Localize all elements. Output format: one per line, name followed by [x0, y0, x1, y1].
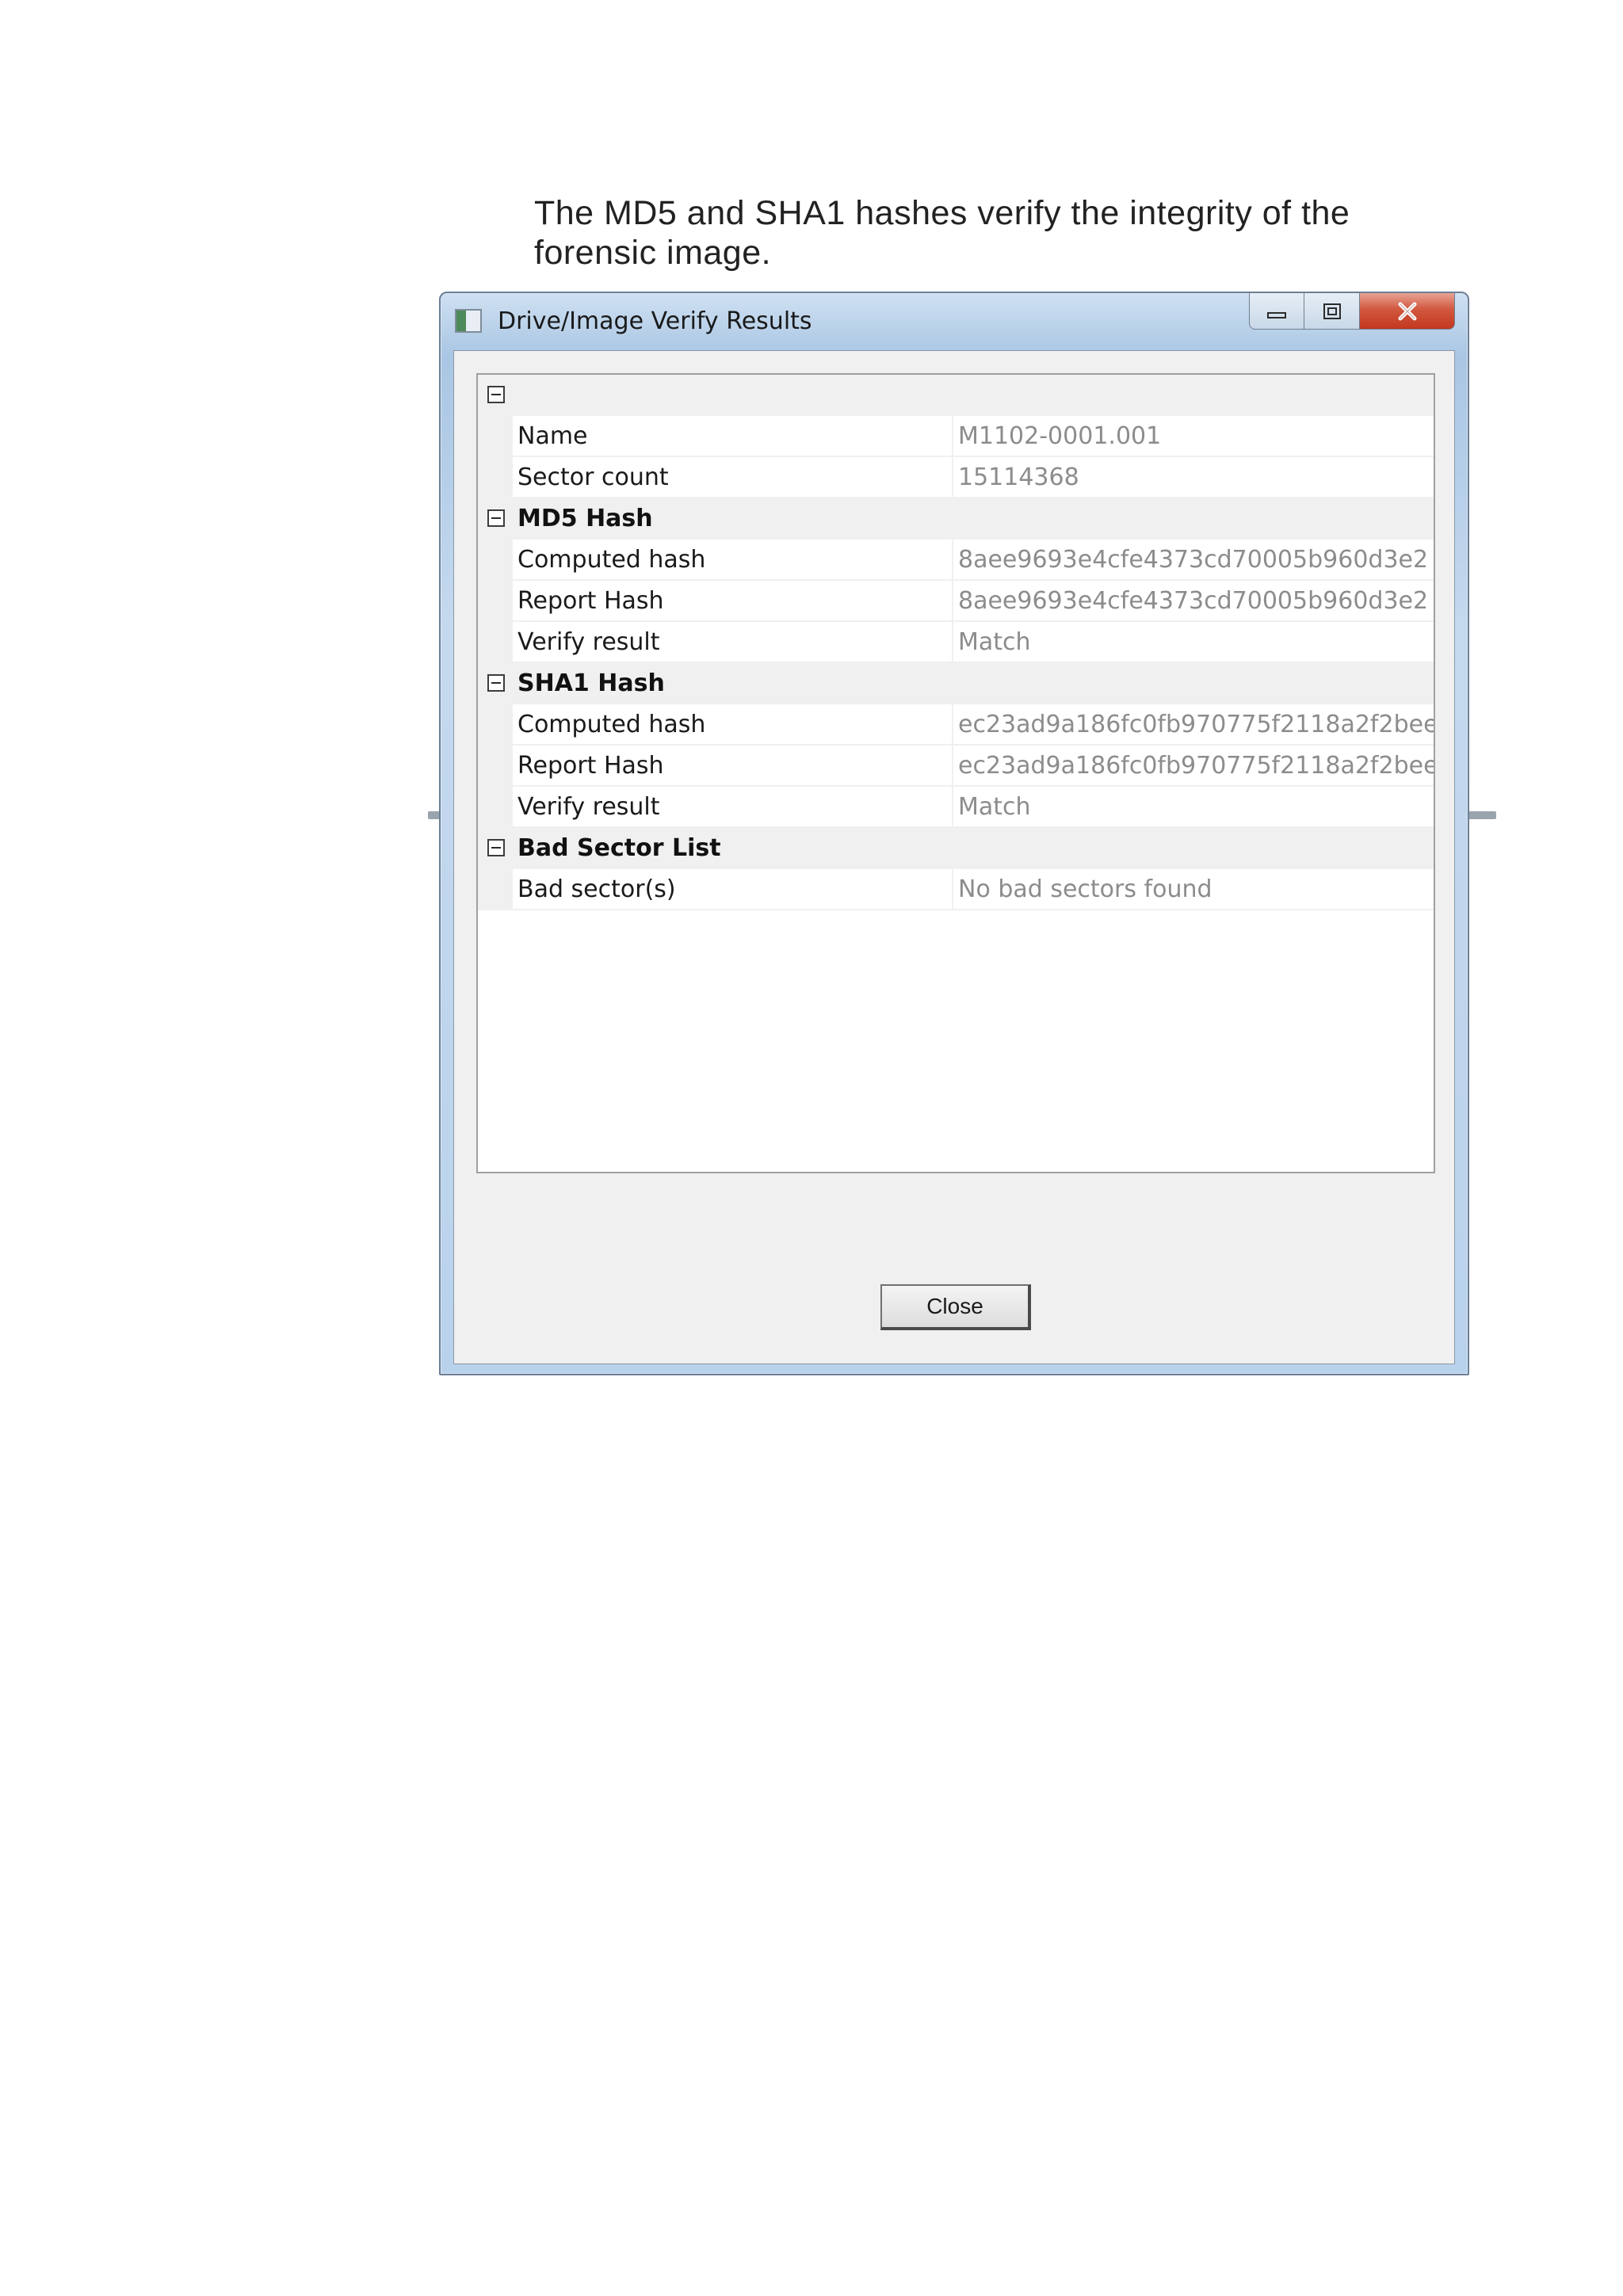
property-row-sha1-computed[interactable]: Computed hash ec23ad9a186fc0fb970775f211…	[478, 704, 1434, 746]
row-gutter	[478, 869, 513, 910]
row-gutter	[478, 457, 513, 498]
property-name-cell: Name	[513, 416, 953, 457]
collapse-icon[interactable]	[487, 674, 505, 692]
category-bad-sector-list[interactable]: Bad Sector List	[478, 828, 1434, 869]
property-name: Report Hash	[517, 752, 664, 780]
property-name: Computed hash	[517, 546, 706, 574]
window-title: Drive/Image Verify Results	[498, 307, 812, 335]
property-value-cell[interactable]: Match	[953, 787, 1434, 828]
property-row-md5-computed[interactable]: Computed hash 8aee9693e4cfe4373cd70005b9…	[478, 540, 1434, 581]
category-label: MD5 Hash	[517, 505, 653, 532]
verify-results-window: Drive/Image Verify Results Name M1102-00…	[439, 292, 1469, 1375]
minimize-icon	[1267, 311, 1286, 318]
property-value-cell[interactable]: No bad sectors found	[953, 869, 1434, 910]
minimize-button[interactable]	[1249, 293, 1304, 330]
close-icon	[1398, 302, 1416, 320]
figure-caption: The MD5 and SHA1 hashes verify the integ…	[534, 194, 1350, 272]
property-value-cell[interactable]: ec23ad9a186fc0fb970775f2118a2f2bee8	[953, 746, 1434, 787]
window-close-button[interactable]	[1360, 293, 1455, 330]
property-value-cell[interactable]: 8aee9693e4cfe4373cd70005b960d3e2	[953, 581, 1434, 622]
property-value-cell[interactable]: Match	[953, 622, 1434, 663]
row-gutter	[478, 704, 513, 746]
property-name-cell: Report Hash	[513, 581, 953, 622]
property-value-cell[interactable]: M1102-0001.001	[953, 416, 1434, 457]
property-value: ec23ad9a186fc0fb970775f2118a2f2bee8	[958, 752, 1434, 780]
property-name: Computed hash	[517, 711, 706, 738]
row-gutter	[478, 540, 513, 581]
property-name-cell: Report Hash	[513, 746, 953, 787]
property-name: Report Hash	[517, 587, 664, 615]
category-label: Bad Sector List	[517, 834, 721, 862]
property-grid[interactable]: Name M1102-0001.001 Sector count 1511436…	[476, 373, 1435, 1173]
property-value: Match	[958, 628, 1031, 656]
property-row-md5-verify[interactable]: Verify result Match	[478, 622, 1434, 663]
collapse-icon[interactable]	[487, 839, 505, 856]
row-gutter	[478, 581, 513, 622]
property-value: M1102-0001.001	[958, 422, 1162, 450]
property-name-cell: Computed hash	[513, 704, 953, 746]
property-name-cell: Bad sector(s)	[513, 869, 953, 910]
row-gutter	[478, 787, 513, 828]
property-name: Sector count	[517, 463, 669, 491]
property-value: 8aee9693e4cfe4373cd70005b960d3e2	[958, 546, 1429, 574]
property-name-cell: Sector count	[513, 457, 953, 498]
row-gutter	[478, 622, 513, 663]
property-value-cell[interactable]: ec23ad9a186fc0fb970775f2118a2f2bee8	[953, 704, 1434, 746]
property-name: Name	[517, 422, 588, 450]
property-value: Match	[958, 793, 1031, 821]
property-row-sector-count[interactable]: Sector count 15114368	[478, 457, 1434, 498]
window-client-area: Name M1102-0001.001 Sector count 1511436…	[453, 350, 1455, 1364]
close-button[interactable]: Close	[880, 1284, 1031, 1330]
app-window-icon	[455, 309, 482, 333]
property-row-name[interactable]: Name M1102-0001.001	[478, 416, 1434, 457]
property-name-cell: Verify result	[513, 622, 953, 663]
maximize-icon	[1323, 303, 1341, 319]
collapse-icon[interactable]	[487, 509, 505, 527]
row-gutter	[478, 416, 513, 457]
property-name-cell: Computed hash	[513, 540, 953, 581]
property-row-sha1-report[interactable]: Report Hash ec23ad9a186fc0fb970775f2118a…	[478, 746, 1434, 787]
property-name: Bad sector(s)	[517, 875, 676, 903]
property-row-md5-report[interactable]: Report Hash 8aee9693e4cfe4373cd70005b960…	[478, 581, 1434, 622]
property-value-cell[interactable]: 8aee9693e4cfe4373cd70005b960d3e2	[953, 540, 1434, 581]
property-value: 15114368	[958, 463, 1079, 491]
property-row-sha1-verify[interactable]: Verify result Match	[478, 787, 1434, 828]
title-bar[interactable]: Drive/Image Verify Results	[441, 293, 1468, 350]
property-value: ec23ad9a186fc0fb970775f2118a2f2bee8	[958, 711, 1434, 738]
property-value: 8aee9693e4cfe4373cd70005b960d3e2	[958, 587, 1429, 615]
property-name: Verify result	[517, 628, 660, 656]
category-label: SHA1 Hash	[517, 669, 665, 697]
property-value-cell[interactable]: 15114368	[953, 457, 1434, 498]
property-row-bad-sectors[interactable]: Bad sector(s) No bad sectors found	[478, 869, 1434, 910]
caption-buttons	[1249, 293, 1455, 330]
property-name-cell: Verify result	[513, 787, 953, 828]
collapse-icon[interactable]	[487, 386, 505, 403]
row-gutter	[478, 746, 513, 787]
category-general	[478, 375, 1434, 416]
category-sha1-hash[interactable]: SHA1 Hash	[478, 663, 1434, 704]
property-name: Verify result	[517, 793, 660, 821]
category-md5-hash[interactable]: MD5 Hash	[478, 498, 1434, 540]
right-edge-marker	[1468, 811, 1496, 819]
maximize-button[interactable]	[1304, 293, 1360, 330]
property-value: No bad sectors found	[958, 875, 1212, 903]
